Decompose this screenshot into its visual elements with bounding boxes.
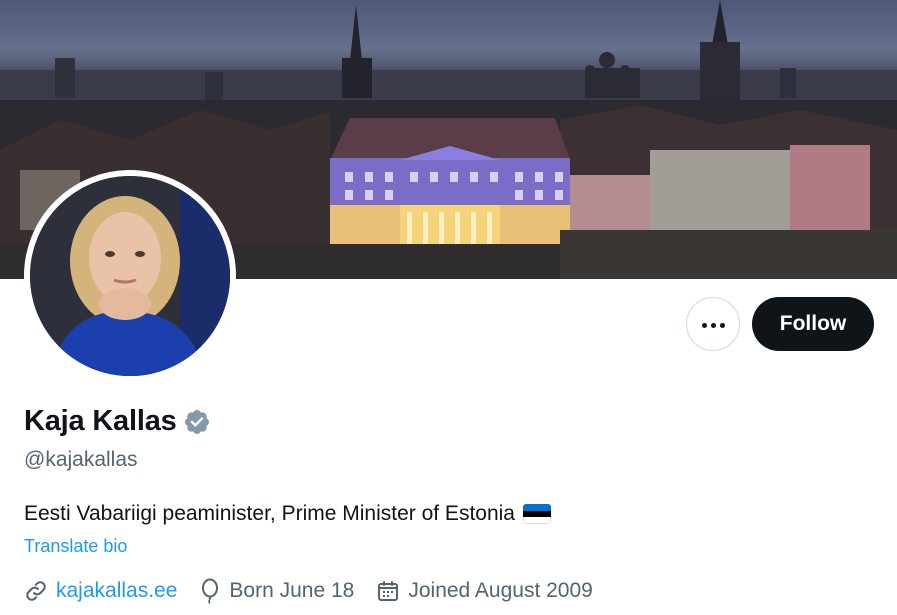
more-horizontal-icon <box>700 315 727 333</box>
translate-bio-link[interactable]: Translate bio <box>24 536 127 557</box>
estonia-flag-icon <box>522 504 551 524</box>
profile-name-row: Kaja Kallas <box>24 405 211 438</box>
birthday-text: Born June 18 <box>229 579 355 602</box>
profile-handle: @kajakallas <box>24 448 138 471</box>
avatar-photo <box>30 176 230 376</box>
joined-item: Joined August 2009 <box>376 579 593 603</box>
more-options-button[interactable] <box>686 297 740 351</box>
verified-badge-icon[interactable] <box>183 408 211 436</box>
website-item: kajakallas.ee <box>24 579 177 603</box>
bio-text: Eesti Vabariigi peaminister, Prime Minis… <box>24 502 515 525</box>
joined-text: Joined August 2009 <box>408 579 593 602</box>
display-name: Kaja Kallas <box>24 405 177 437</box>
link-icon <box>26 581 46 601</box>
birthday-item: Born June 18 <box>199 578 354 604</box>
website-link[interactable]: kajakallas.ee <box>56 579 177 603</box>
balloon-icon <box>202 578 219 604</box>
calendar-icon <box>378 581 399 601</box>
profile-avatar[interactable] <box>24 170 236 382</box>
profile-meta-row: kajakallas.ee Born June 18 Joined August… <box>24 578 615 604</box>
profile-bio: Eesti Vabariigi peaminister, Prime Minis… <box>24 502 551 526</box>
follow-button[interactable]: Follow <box>752 297 874 351</box>
